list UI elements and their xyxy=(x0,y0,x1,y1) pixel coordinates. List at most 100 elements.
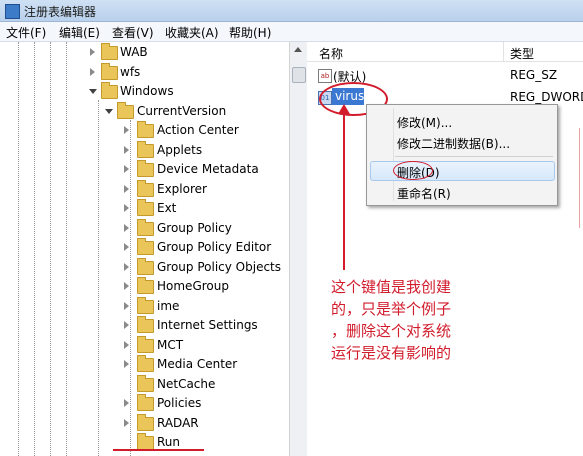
folder-icon xyxy=(137,316,154,333)
expand-arrow-icon[interactable] xyxy=(124,360,129,368)
tree-node-netcache[interactable]: NetCache xyxy=(0,375,290,394)
tree-node-label: Group Policy Editor xyxy=(157,240,272,254)
tree-node-group-policy-editor[interactable]: Group Policy Editor xyxy=(0,238,290,257)
tree-node-label: Group Policy Objects xyxy=(157,260,282,274)
tree-node-media-center[interactable]: Media Center xyxy=(0,355,290,374)
folder-icon xyxy=(137,277,154,294)
folder-icon xyxy=(137,375,154,392)
title-bar: 注册表编辑器 xyxy=(0,0,583,22)
tree-node-label: HomeGroup xyxy=(157,279,229,293)
column-header-name[interactable]: 名称 xyxy=(319,45,343,62)
column-divider[interactable] xyxy=(503,42,504,61)
collapse-arrow-icon[interactable] xyxy=(89,89,97,94)
tree-node-action-center[interactable]: Action Center xyxy=(0,121,290,140)
menu-file[interactable]: 文件(F) xyxy=(6,24,46,41)
collapse-arrow-icon[interactable] xyxy=(105,109,113,114)
expand-arrow-icon[interactable] xyxy=(124,204,129,212)
expand-arrow-icon[interactable] xyxy=(124,165,129,173)
folder-open-icon xyxy=(117,102,134,119)
annotation-line: 的，只是举个例子 xyxy=(331,300,452,318)
menu-separator xyxy=(395,156,553,157)
tree-node-label: Applets xyxy=(157,143,203,157)
expand-arrow-icon[interactable] xyxy=(124,243,129,251)
expand-arrow-icon[interactable] xyxy=(124,263,129,271)
menu-help[interactable]: 帮助(H) xyxy=(229,24,271,41)
tree-node-label: MCT xyxy=(157,338,184,352)
scroll-thumb[interactable] xyxy=(292,67,306,83)
tree-node-group-policy[interactable]: Group Policy xyxy=(0,219,290,238)
value-type: REG_DWORD xyxy=(510,90,583,104)
registry-tree[interactable]: WAB wfs Windows CurrentVersion Action Ce… xyxy=(0,42,290,456)
folder-icon xyxy=(137,199,154,216)
window-title: 注册表编辑器 xyxy=(24,5,97,19)
tree-node-explorer[interactable]: Explorer xyxy=(0,180,290,199)
tree-node-label: NetCache xyxy=(157,377,216,391)
annotation-arrow-line xyxy=(343,112,345,270)
annotation-mark xyxy=(579,128,580,228)
expand-arrow-icon[interactable] xyxy=(124,146,129,154)
menu-item-modify[interactable]: 修改(M)... xyxy=(397,114,452,131)
tree-node-ext[interactable]: Ext xyxy=(0,199,290,218)
tree-node-label: wfs xyxy=(120,65,141,79)
tree-node-homegroup[interactable]: HomeGroup xyxy=(0,277,290,296)
tree-node-group-policy-objects[interactable]: Group Policy Objects xyxy=(0,258,290,277)
tree-node-mct[interactable]: MCT xyxy=(0,336,290,355)
tree-node-label: Ext xyxy=(157,201,177,215)
folder-icon xyxy=(137,394,154,411)
expand-arrow-icon[interactable] xyxy=(124,341,129,349)
tree-scrollbar[interactable] xyxy=(289,42,307,456)
annotation-line: 这个键值是我创建 xyxy=(331,278,452,296)
tree-node-label: Explorer xyxy=(157,182,207,196)
menu-gutter xyxy=(393,108,394,201)
expand-arrow-icon[interactable] xyxy=(124,224,129,232)
menu-item-rename[interactable]: 重命名(R) xyxy=(397,185,451,202)
expand-arrow-icon[interactable] xyxy=(124,126,129,134)
regedit-icon xyxy=(5,4,20,19)
expand-arrow-icon[interactable] xyxy=(90,68,95,76)
annotation-line: ，删除这个对系统 xyxy=(331,322,452,340)
tree-node-label: Group Policy xyxy=(157,221,232,235)
tree-node-label: Policies xyxy=(157,396,202,410)
column-header: 名称 类型 xyxy=(307,42,583,62)
scroll-up-arrow-icon[interactable] xyxy=(294,47,302,52)
value-type: REG_SZ xyxy=(510,68,558,82)
tree-node-label: Run xyxy=(157,435,181,449)
tree-node-label: ime xyxy=(157,299,180,313)
expand-arrow-icon[interactable] xyxy=(124,185,129,193)
tree-node-applets[interactable]: Applets xyxy=(0,141,290,160)
folder-icon xyxy=(137,355,154,372)
tree-node-policies[interactable]: Policies xyxy=(0,394,290,413)
column-header-type[interactable]: 类型 xyxy=(510,45,534,62)
tree-node-internet-settings[interactable]: Internet Settings xyxy=(0,316,290,335)
tree-node-label: Device Metadata xyxy=(157,162,259,176)
expand-arrow-icon[interactable] xyxy=(124,282,129,290)
tree-node-currentversion[interactable]: CurrentVersion xyxy=(0,102,290,121)
expand-arrow-icon[interactable] xyxy=(124,321,129,329)
folder-icon xyxy=(137,219,154,236)
menu-edit[interactable]: 编辑(E) xyxy=(59,24,100,41)
folder-icon xyxy=(137,336,154,353)
folder-icon xyxy=(137,433,154,450)
tree-node-windows[interactable]: Windows xyxy=(0,82,290,101)
expand-arrow-icon[interactable] xyxy=(90,48,95,56)
expand-arrow-icon[interactable] xyxy=(124,399,129,407)
folder-icon xyxy=(137,160,154,177)
tree-node-device-metadata[interactable]: Device Metadata xyxy=(0,160,290,179)
folder-icon xyxy=(137,297,154,314)
menu-favorites[interactable]: 收藏夹(A) xyxy=(165,24,219,41)
folder-icon xyxy=(137,414,154,431)
tree-node-ime[interactable]: ime xyxy=(0,297,290,316)
tree-node-label: WAB xyxy=(120,45,148,59)
expand-arrow-icon[interactable] xyxy=(124,419,129,427)
tree-node-label: CurrentVersion xyxy=(137,104,227,118)
folder-icon xyxy=(137,180,154,197)
tree-node-wfs[interactable]: wfs xyxy=(0,63,290,82)
context-menu: 修改(M)... 修改二进制数据(B)... 删除(D) 重命名(R) xyxy=(366,104,558,206)
tree-node-label: Internet Settings xyxy=(157,318,258,332)
folder-icon xyxy=(101,63,118,80)
menu-item-modify-binary[interactable]: 修改二进制数据(B)... xyxy=(397,135,510,152)
tree-node-radar[interactable]: RADAR xyxy=(0,414,290,433)
menu-view[interactable]: 查看(V) xyxy=(112,24,154,41)
tree-node-wab[interactable]: WAB xyxy=(0,43,290,62)
expand-arrow-icon[interactable] xyxy=(124,302,129,310)
